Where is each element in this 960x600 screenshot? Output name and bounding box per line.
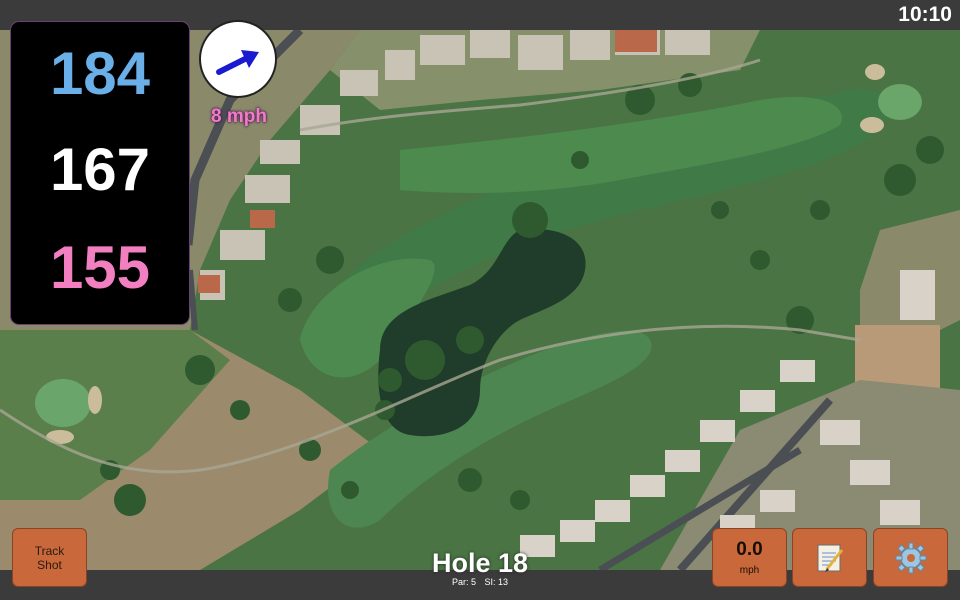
wind-direction-arrow-icon	[216, 50, 259, 75]
notepad-icon	[817, 544, 843, 572]
wind-direction-indicator[interactable]	[201, 22, 275, 96]
hole-info: Par: 5 SI: 13	[400, 577, 560, 587]
hole-stroke-index: SI: 13	[484, 577, 509, 587]
wind-speed-unit: mph	[739, 565, 760, 576]
settings-button[interactable]	[873, 528, 948, 587]
wind-speed-button[interactable]: 0.0 mph	[712, 528, 787, 587]
distance-middle: 167	[49, 136, 151, 203]
hole-title: Hole 18	[431, 548, 529, 578]
track-shot-button[interactable]: Track Shot	[12, 528, 87, 587]
gear-icon	[895, 542, 926, 573]
track-shot-label-line2: Shot	[37, 557, 62, 572]
distance-panel: 184 167 155	[11, 22, 189, 324]
notes-button[interactable]	[792, 528, 867, 587]
clock: 10:10	[898, 3, 952, 26]
distance-front: 155	[49, 234, 151, 301]
wind-speed-label: 8 mph	[211, 106, 267, 127]
hole-par: Par: 5	[451, 577, 476, 587]
wind-speed-value: 0.0	[736, 539, 763, 560]
distance-back: 184	[49, 40, 151, 107]
track-shot-label-line1: Track	[34, 543, 65, 558]
